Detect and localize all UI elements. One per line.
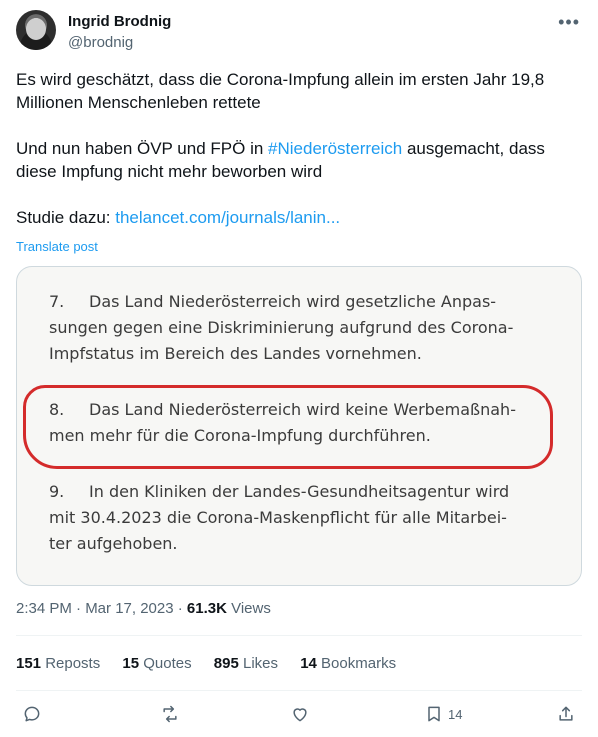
bookmarks-count: 14 xyxy=(300,655,317,672)
hashtag-link[interactable]: #Niederösterreich xyxy=(268,139,402,158)
quotes-label: Quotes xyxy=(139,655,192,672)
reposts-count: 151 xyxy=(16,655,42,672)
document-line: 9. In den Kliniken der Landes-Gesundheits… xyxy=(49,479,549,505)
views-count: 61.3K xyxy=(186,600,227,617)
author-handle[interactable]: @brodnig xyxy=(68,34,133,51)
document-line-text: In den Kliniken der Landes-Gesundheitsag… xyxy=(89,482,510,501)
divider xyxy=(16,690,582,691)
item-number: 7. xyxy=(49,292,65,311)
likes-label: Likes xyxy=(238,655,279,672)
share-icon[interactable] xyxy=(556,704,576,724)
repost-icon[interactable] xyxy=(160,704,180,724)
bookmark-icon[interactable] xyxy=(424,704,444,724)
bookmark-button[interactable]: 14 xyxy=(424,704,462,724)
document-line: 7. Das Land Niederösterreich wird gesetzl… xyxy=(49,289,549,315)
study-link[interactable]: thelancet.com/journals/lanin... xyxy=(115,208,340,227)
document-line: Impfstatus im Bereich des Landes vornehm… xyxy=(49,344,422,363)
bookmarks-stat[interactable]: 14 Bookmarks xyxy=(300,655,396,672)
like-icon[interactable] xyxy=(290,704,310,724)
tweet-paragraph-3: Studie dazu: thelancet.com/journals/lani… xyxy=(16,206,582,229)
document-item-7: 7. Das Land Niederösterreich wird gesetzl… xyxy=(49,289,549,367)
document-line: mit 30.4.2023 die Corona-Maskenpflicht f… xyxy=(49,508,507,527)
engagement-stats: 151 Reposts 15 Quotes 895 Likes 14 Bookm… xyxy=(16,655,414,672)
bookmarks-label: Bookmarks xyxy=(316,655,397,672)
document-item-9: 9. In den Kliniken der Landes-Gesundheits… xyxy=(49,479,549,557)
avatar[interactable] xyxy=(16,10,56,50)
study-label: Studie dazu: xyxy=(16,208,116,227)
item-number: 9. xyxy=(49,482,65,501)
quotes-count: 15 xyxy=(122,655,140,672)
tweet-text: Es wird geschätzt, dass die Corona-Impfu… xyxy=(16,68,582,229)
tweet-paragraph-1: Es wird geschätzt, dass die Corona-Impfu… xyxy=(16,70,545,112)
likes-stat[interactable]: 895 Likes xyxy=(214,655,278,672)
reposts-label: Reposts xyxy=(41,655,101,672)
reposts-stat[interactable]: 151 Reposts xyxy=(16,655,100,672)
document-line: ter aufgehoben. xyxy=(49,534,178,553)
document-line: sungen gegen eine Diskriminierung aufgru… xyxy=(49,318,514,337)
action-bar: 14 xyxy=(16,700,582,730)
media-image[interactable]: 7. Das Land Niederösterreich wird gesetzl… xyxy=(16,266,582,586)
translate-post-link[interactable]: Translate post xyxy=(16,239,98,254)
quotes-stat[interactable]: 15 Quotes xyxy=(122,655,191,672)
reply-icon[interactable] xyxy=(22,704,42,724)
bookmark-count: 14 xyxy=(448,706,463,722)
tweet-paragraph-2: Und nun haben ÖVP und FPÖ in #Niederöste… xyxy=(16,137,582,183)
timestamp[interactable]: 2:34 PM · Mar 17, 2023 · xyxy=(16,600,187,617)
document-line-text: Das Land Niederösterreich wird gesetzlic… xyxy=(89,292,497,311)
views-label: Views xyxy=(226,600,271,617)
likes-count: 895 xyxy=(213,655,239,672)
author-name[interactable]: Ingrid Brodnig xyxy=(68,13,171,30)
tweet-text-segment: Und nun haben ÖVP und FPÖ in xyxy=(16,139,269,158)
tweet-header: Ingrid Brodnig @brodnig ••• xyxy=(16,10,582,58)
more-icon[interactable]: ••• xyxy=(558,12,580,33)
tweet-meta: 2:34 PM · Mar 17, 2023 · 61.3K Views xyxy=(16,600,271,617)
red-highlight-circle xyxy=(23,385,553,469)
divider xyxy=(16,635,582,636)
